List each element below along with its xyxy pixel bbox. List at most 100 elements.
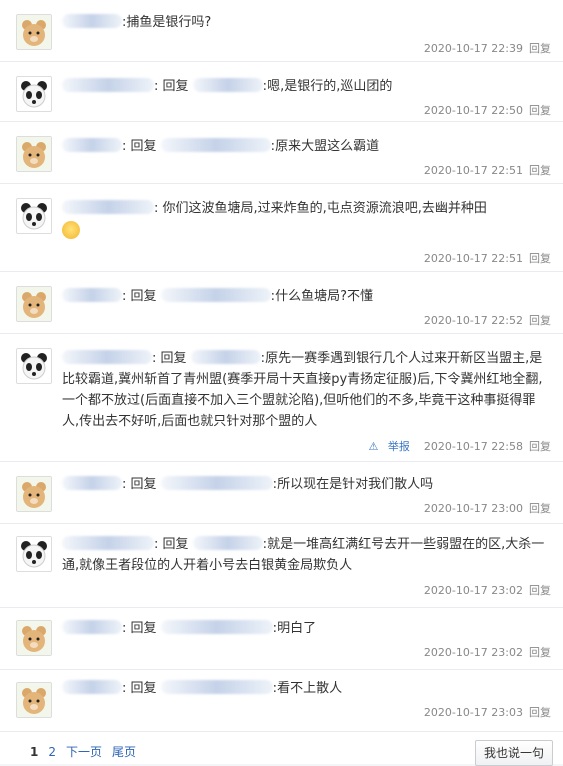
comment-meta: 2020-10-17 22:51 回复	[418, 250, 551, 266]
comment-body: 你们这波鱼塘局,过来炸鱼的,屯点资源流浪吧,去幽并种田	[162, 201, 487, 216]
comment-meta: 2020-10-17 22:50 回复	[418, 102, 551, 118]
reply-link[interactable]: 回复	[529, 706, 551, 719]
comment-text: : 回复 :原来大盟这么霸道	[62, 136, 551, 157]
smiley-emoji-icon	[62, 220, 80, 239]
comment-meta: 2020-10-17 23:00 回复	[418, 500, 551, 516]
report-label: 举报	[387, 440, 410, 453]
comment-thread: :捕鱼是银行吗? 2020-10-17 22:39 回复 : 回复 :嗯,是银行的…	[0, 0, 563, 766]
reply-link[interactable]: 回复	[529, 314, 551, 327]
bear-avatar-icon[interactable]	[16, 682, 52, 718]
comment-text: : 回复 :就是一堆高红满红号去开一些弱盟在的区,大杀一通,就像王者段位的人开着…	[62, 536, 545, 573]
reply-label: 回复	[162, 79, 189, 94]
timestamp: 2020-10-17 23:00	[423, 502, 523, 515]
blurred-username[interactable]	[192, 536, 263, 550]
blurred-username[interactable]	[62, 78, 154, 92]
comment-item: : 回复 :就是一堆高红满红号去开一些弱盟在的区,大杀一通,就像王者段位的人开着…	[0, 524, 563, 608]
comment-body: 捕鱼是银行吗?	[126, 15, 212, 30]
page-1-current: 1	[30, 745, 39, 759]
reply-link[interactable]: 回复	[529, 502, 551, 515]
comment-meta: 2020-10-17 23:02 回复	[418, 582, 551, 598]
blurred-username[interactable]	[62, 138, 122, 152]
timestamp: 2020-10-17 22:39	[423, 42, 523, 55]
reply-link[interactable]: 回复	[529, 646, 551, 659]
blurred-username[interactable]	[190, 350, 261, 364]
blurred-username[interactable]	[160, 288, 271, 302]
comment-meta: ⚠ 举报 2020-10-17 22:58 回复	[363, 438, 551, 454]
comment-item: : 回复 :所以现在是针对我们散人吗 2020-10-17 23:00 回复	[0, 462, 563, 524]
blurred-username[interactable]	[62, 14, 122, 28]
comment-item: : 你们这波鱼塘局,过来炸鱼的,屯点资源流浪吧,去幽并种田 2020-10-17…	[0, 184, 563, 272]
comment-meta: 2020-10-17 23:03 回复	[418, 704, 551, 720]
panda-avatar-icon[interactable]	[16, 536, 52, 572]
comment-item: : 回复 :明白了 2020-10-17 23:02 回复	[0, 608, 563, 670]
comment-item: : 回复 :原来大盟这么霸道 2020-10-17 22:51 回复	[0, 122, 563, 184]
blurred-username[interactable]	[160, 476, 273, 490]
timestamp: 2020-10-17 22:50	[423, 104, 523, 117]
timestamp: 2020-10-17 22:52	[423, 314, 523, 327]
page-2-link[interactable]: 2	[48, 745, 56, 759]
comment-text: : 回复 :明白了	[62, 618, 551, 639]
comment-item: : 回复 :什么鱼塘局?不懂 2020-10-17 22:52 回复	[0, 272, 563, 334]
timestamp: 2020-10-17 22:51	[423, 252, 523, 265]
comment-text: : 回复 :所以现在是针对我们散人吗	[62, 474, 551, 495]
comment-item: : 回复 :嗯,是银行的,巡山团的 2020-10-17 22:50 回复	[0, 62, 563, 122]
comment-body: 所以现在是针对我们散人吗	[277, 477, 434, 492]
reply-label: 回复	[130, 139, 157, 154]
blurred-username[interactable]	[160, 620, 273, 634]
reply-link[interactable]: 回复	[529, 42, 551, 55]
comment-body: 嗯,是银行的,巡山团的	[267, 79, 393, 94]
blurred-username[interactable]	[62, 350, 152, 364]
bear-avatar-icon[interactable]	[16, 620, 52, 656]
bear-avatar-icon[interactable]	[16, 286, 52, 322]
reply-label: 回复	[130, 681, 157, 696]
panda-avatar-icon[interactable]	[16, 348, 52, 384]
comment-text: : 回复 :看不上散人	[62, 678, 551, 699]
comment-body: 明白了	[277, 621, 317, 636]
timestamp: 2020-10-17 23:02	[423, 584, 523, 597]
blurred-username[interactable]	[62, 200, 154, 214]
panda-avatar-icon[interactable]	[16, 76, 52, 112]
reply-label: 回复	[162, 537, 189, 552]
comment-meta: 2020-10-17 22:39 回复	[418, 40, 551, 56]
timestamp: 2020-10-17 22:58	[423, 440, 523, 453]
reply-label: 回复	[160, 351, 187, 366]
bear-avatar-icon[interactable]	[16, 14, 52, 50]
next-page-link[interactable]: 下一页	[66, 745, 102, 759]
last-page-link[interactable]: 尾页	[112, 745, 136, 759]
reply-link[interactable]: 回复	[529, 164, 551, 177]
comment-text: : 回复 :什么鱼塘局?不懂	[62, 286, 551, 307]
timestamp: 2020-10-17 23:02	[423, 646, 523, 659]
comment-meta: 2020-10-17 22:52 回复	[418, 312, 551, 328]
blurred-username[interactable]	[62, 620, 122, 634]
blurred-username[interactable]	[160, 680, 273, 694]
comment-item: : 回复 :原先一赛季遇到银行几个人过来开新区当盟主,是比较霸道,冀州斩首了青州…	[0, 334, 563, 462]
comment-meta: 2020-10-17 23:02 回复	[418, 644, 551, 660]
bear-avatar-icon[interactable]	[16, 136, 52, 172]
comment-body: 什么鱼塘局?不懂	[275, 289, 373, 304]
blurred-username[interactable]	[192, 78, 263, 92]
comment-text: : 回复 :嗯,是银行的,巡山团的	[62, 76, 551, 97]
comment-text: :捕鱼是银行吗?	[62, 12, 551, 33]
bear-avatar-icon[interactable]	[16, 476, 52, 512]
reply-link[interactable]: 回复	[529, 584, 551, 597]
blurred-username[interactable]	[160, 138, 271, 152]
timestamp: 2020-10-17 23:03	[423, 706, 523, 719]
comment-meta: 2020-10-17 22:51 回复	[418, 162, 551, 178]
blurred-username[interactable]	[62, 476, 122, 490]
pagination: 1 2 下一页 尾页	[30, 743, 146, 760]
blurred-username[interactable]	[62, 288, 122, 302]
blurred-username[interactable]	[62, 536, 154, 550]
reply-link[interactable]: 回复	[529, 440, 551, 453]
post-comment-button[interactable]: 我也说一句	[475, 740, 553, 766]
report-link[interactable]: ⚠ 举报	[369, 440, 410, 453]
reply-link[interactable]: 回复	[529, 104, 551, 117]
reply-label: 回复	[130, 477, 157, 492]
reply-link[interactable]: 回复	[529, 252, 551, 265]
comment-item: :捕鱼是银行吗? 2020-10-17 22:39 回复	[0, 0, 563, 62]
panda-avatar-icon[interactable]	[16, 198, 52, 234]
blurred-username[interactable]	[62, 680, 122, 694]
timestamp: 2020-10-17 22:51	[423, 164, 523, 177]
comment-body: 原来大盟这么霸道	[275, 139, 380, 154]
reply-label: 回复	[130, 289, 157, 304]
comment-item: : 回复 :看不上散人 2020-10-17 23:03 回复	[0, 670, 563, 732]
